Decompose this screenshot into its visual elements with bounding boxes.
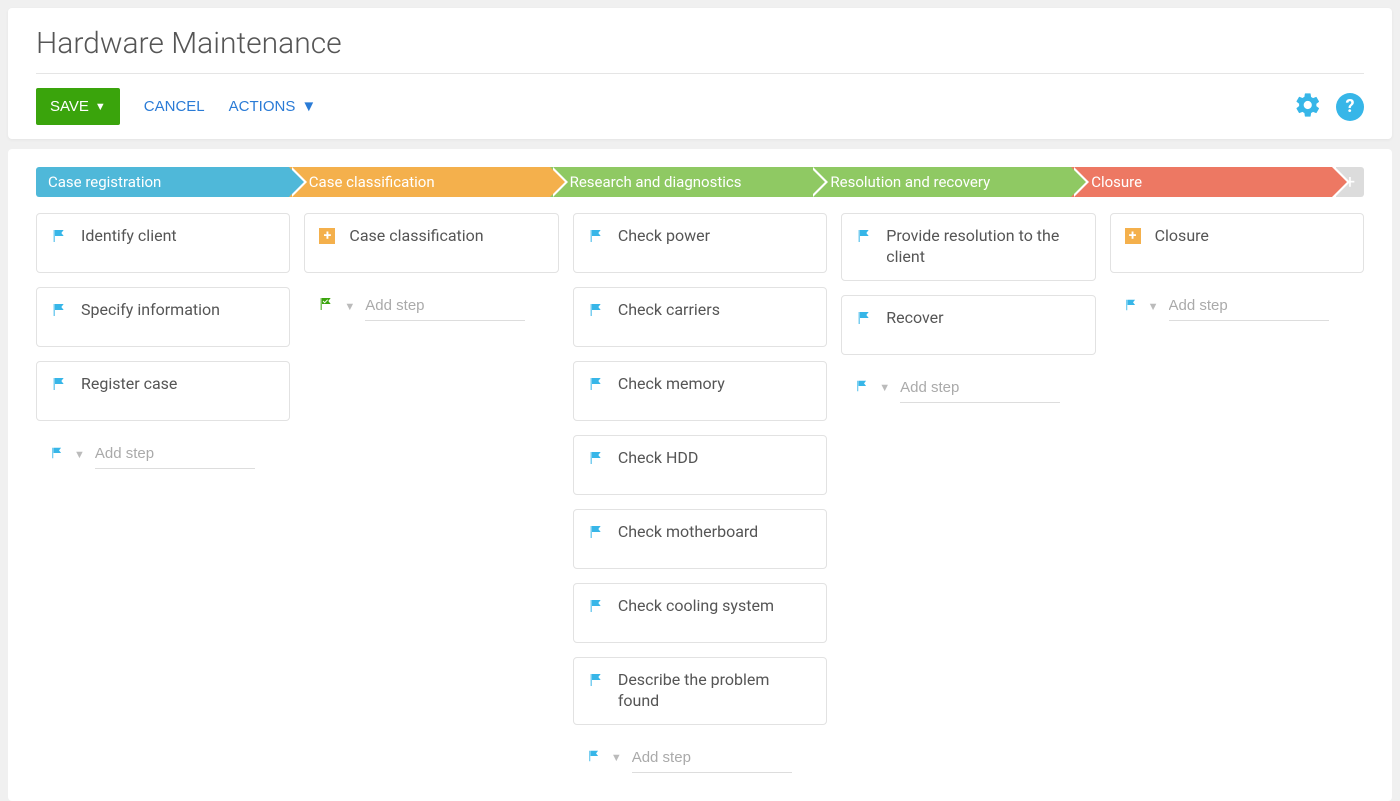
caret-down-icon[interactable]: ▼ bbox=[611, 751, 622, 764]
stage-column: Check power Check carriers Check memory Che… bbox=[573, 213, 827, 773]
step-card[interactable]: Check motherboard bbox=[573, 509, 827, 569]
add-step-input[interactable] bbox=[1169, 291, 1329, 321]
stage-label: Case registration bbox=[48, 173, 161, 191]
flag-icon bbox=[588, 524, 604, 544]
step-card[interactable]: Identify client bbox=[36, 213, 290, 273]
flag-icon bbox=[588, 376, 604, 396]
step-card-label: Closure bbox=[1155, 226, 1209, 247]
stage-label: Resolution and recovery bbox=[830, 173, 990, 191]
page-title: Hardware Maintenance bbox=[36, 26, 1364, 74]
add-step-row: ▼ bbox=[1110, 287, 1364, 321]
stage-tab[interactable]: Research and diagnostics bbox=[550, 167, 811, 197]
step-card-label: Check power bbox=[618, 226, 710, 247]
step-card-label: Check motherboard bbox=[618, 522, 758, 543]
stage-column: + Closure ▼ bbox=[1110, 213, 1364, 321]
caret-down-icon: ▼ bbox=[301, 98, 316, 115]
flag-icon[interactable] bbox=[855, 378, 869, 397]
stage-label: Closure bbox=[1091, 173, 1142, 191]
flag-icon bbox=[856, 310, 872, 330]
flag-icon bbox=[51, 376, 67, 396]
add-step-row: ▼ bbox=[841, 369, 1095, 403]
step-card[interactable]: Check cooling system bbox=[573, 583, 827, 643]
flag-icon[interactable] bbox=[50, 445, 64, 464]
checkflag-icon[interactable] bbox=[318, 296, 334, 316]
flag-icon bbox=[588, 598, 604, 618]
flag-icon[interactable] bbox=[1124, 297, 1138, 316]
flag-icon bbox=[51, 228, 67, 248]
step-card[interactable]: Register case bbox=[36, 361, 290, 421]
add-step-input[interactable] bbox=[365, 291, 525, 321]
step-card-label: Check cooling system bbox=[618, 596, 774, 617]
actions-button-label: ACTIONS bbox=[229, 98, 296, 115]
step-card[interactable]: Specify information bbox=[36, 287, 290, 347]
stage-column: + Case classification ▼ bbox=[304, 213, 558, 321]
stage-tab[interactable]: Case classification bbox=[289, 167, 550, 197]
step-card[interactable]: + Closure bbox=[1110, 213, 1364, 273]
flag-icon bbox=[588, 302, 604, 322]
caret-down-icon[interactable]: ▼ bbox=[1148, 300, 1159, 313]
step-card-label: Check memory bbox=[618, 374, 725, 395]
add-step-input[interactable] bbox=[900, 373, 1060, 403]
flag-icon bbox=[856, 228, 872, 248]
step-card[interactable]: Check HDD bbox=[573, 435, 827, 495]
step-card[interactable]: Describe the problem found bbox=[573, 657, 827, 725]
step-card-label: Case classification bbox=[349, 226, 483, 247]
stage-tab[interactable]: Case registration bbox=[36, 167, 289, 197]
actions-button[interactable]: ACTIONS ▼ bbox=[229, 98, 317, 115]
caret-down-icon[interactable]: ▼ bbox=[879, 381, 890, 394]
step-card-label: Register case bbox=[81, 374, 177, 395]
step-card-label: Identify client bbox=[81, 226, 177, 247]
add-step-input[interactable] bbox=[95, 439, 255, 469]
stage-column: Identify client Specify information Regist… bbox=[36, 213, 290, 469]
step-card-label: Describe the problem found bbox=[618, 670, 812, 712]
flag-icon bbox=[588, 672, 604, 692]
cancel-button-label: CANCEL bbox=[144, 98, 205, 115]
stage-tab[interactable]: Closure bbox=[1071, 167, 1332, 197]
step-card-label: Specify information bbox=[81, 300, 220, 321]
caret-down-icon[interactable]: ▼ bbox=[74, 448, 85, 461]
step-card[interactable]: Check power bbox=[573, 213, 827, 273]
stage-label: Research and diagnostics bbox=[570, 173, 742, 191]
add-step-row: ▼ bbox=[304, 287, 558, 321]
plus-icon: + bbox=[319, 228, 335, 244]
stage-label: Case classification bbox=[309, 173, 435, 191]
caret-down-icon: ▼ bbox=[95, 101, 106, 113]
add-step-row: ▼ bbox=[36, 435, 290, 469]
gear-icon[interactable] bbox=[1294, 91, 1322, 123]
save-button[interactable]: SAVE ▼ bbox=[36, 88, 120, 125]
step-card[interactable]: + Case classification bbox=[304, 213, 558, 273]
flag-icon bbox=[588, 228, 604, 248]
step-card-label: Check HDD bbox=[618, 448, 699, 469]
step-card-label: Check carriers bbox=[618, 300, 720, 321]
flag-icon bbox=[51, 302, 67, 322]
add-step-input[interactable] bbox=[632, 743, 792, 773]
step-card-label: Provide resolution to the client bbox=[886, 226, 1080, 268]
add-step-row: ▼ bbox=[573, 739, 827, 773]
step-card[interactable]: Check memory bbox=[573, 361, 827, 421]
stage-column: Provide resolution to the client Recover ▼ bbox=[841, 213, 1095, 403]
step-card[interactable]: Recover bbox=[841, 295, 1095, 355]
caret-down-icon[interactable]: ▼ bbox=[344, 300, 355, 313]
cancel-button[interactable]: CANCEL bbox=[144, 98, 205, 115]
step-card[interactable]: Check carriers bbox=[573, 287, 827, 347]
stage-tab[interactable]: Resolution and recovery bbox=[810, 167, 1071, 197]
flag-icon[interactable] bbox=[587, 748, 601, 767]
flag-icon bbox=[588, 450, 604, 470]
step-card-label: Recover bbox=[886, 308, 943, 329]
save-button-label: SAVE bbox=[50, 98, 89, 115]
help-icon[interactable]: ? bbox=[1336, 93, 1364, 121]
plus-icon: + bbox=[1125, 228, 1141, 244]
step-card[interactable]: Provide resolution to the client bbox=[841, 213, 1095, 281]
